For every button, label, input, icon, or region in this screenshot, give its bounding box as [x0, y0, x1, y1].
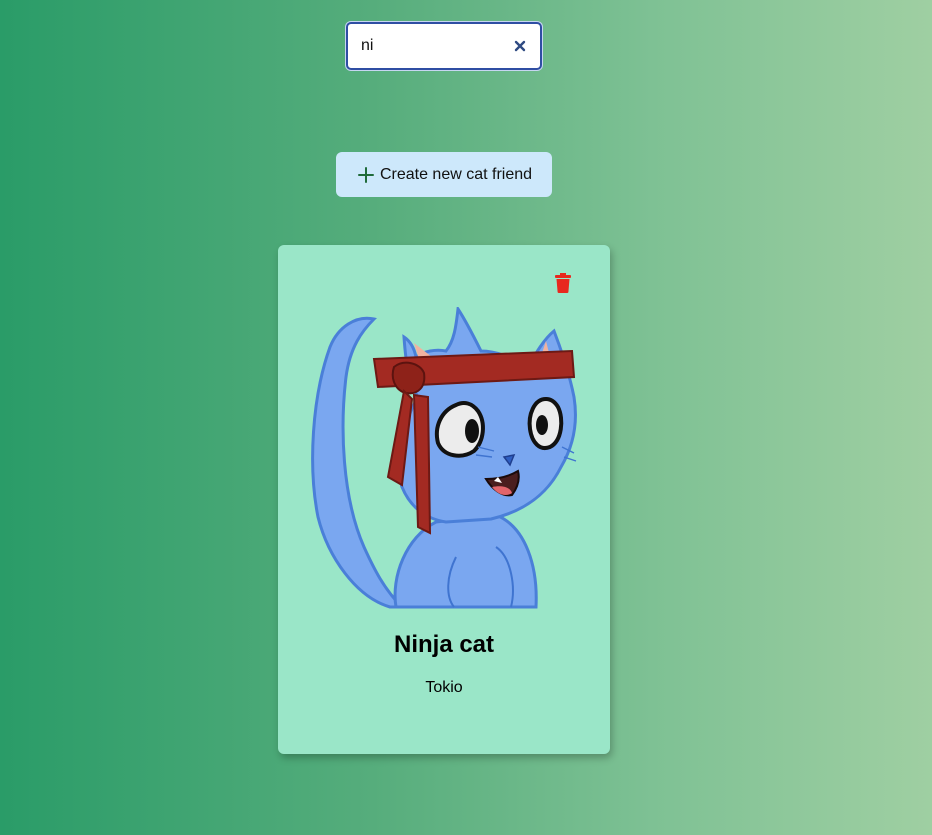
trash-icon[interactable] [553, 272, 573, 294]
create-cat-label: Create new cat friend [379, 165, 533, 183]
search-box [346, 22, 542, 70]
close-icon[interactable] [510, 36, 530, 56]
cat-image [311, 307, 577, 609]
create-cat-button[interactable]: Create new cat friend [336, 152, 552, 197]
plus-icon [356, 165, 376, 185]
cat-card[interactable]: Ninja cat Tokio [278, 245, 610, 754]
cat-location: Tokio [425, 679, 463, 696]
cat-name: Ninja cat [393, 631, 495, 658]
search-input[interactable] [361, 34, 501, 58]
